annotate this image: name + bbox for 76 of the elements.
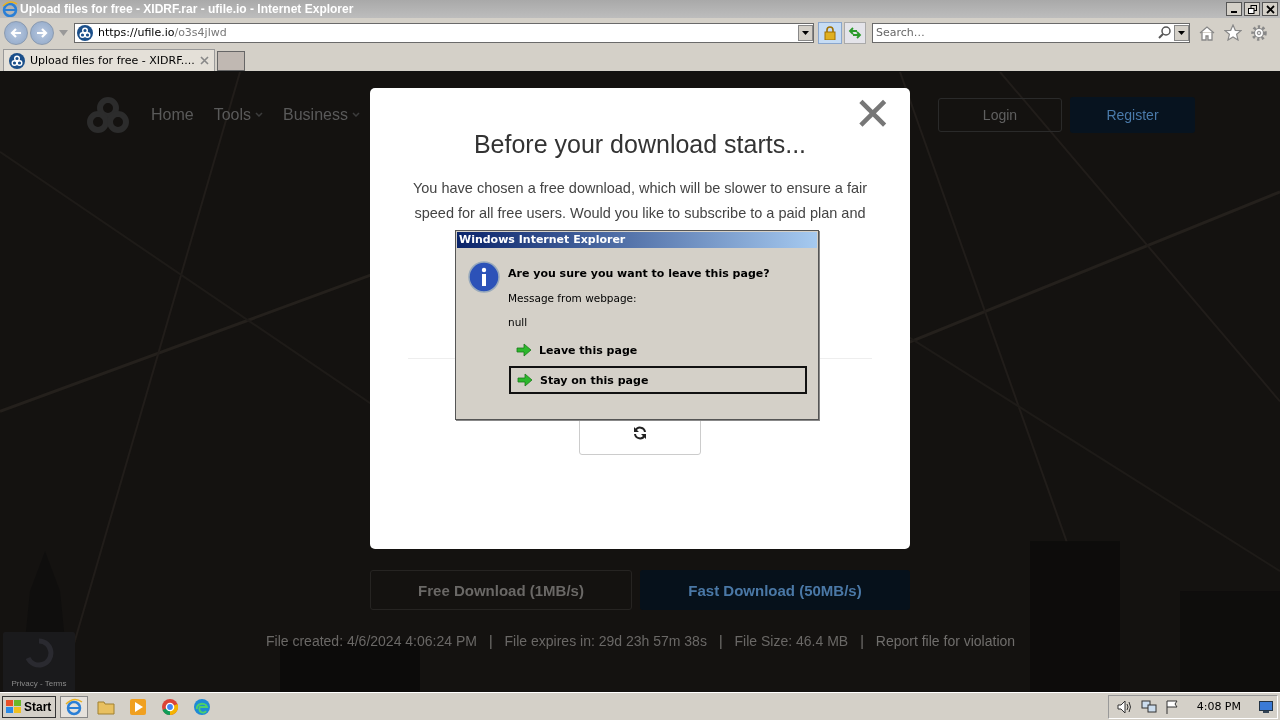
forward-arrow-icon: [35, 25, 49, 40]
fast-download-button[interactable]: Fast Download (50MB/s): [640, 570, 910, 610]
register-button[interactable]: Register: [1070, 96, 1195, 133]
modal-text: You have chosen a free download, which will be slower to ensure a fair: [412, 179, 868, 197]
show-desktop-icon[interactable]: [1259, 700, 1273, 713]
caret-icon: [255, 112, 264, 117]
dialog-option[interactable]: Stay on this page: [509, 366, 807, 394]
back-arrow-icon: [9, 25, 23, 40]
windows-logo-icon: [6, 699, 22, 714]
file-info-text: File Size: 46.4 MB: [734, 633, 849, 649]
nav-link[interactable]: Home: [151, 105, 194, 124]
dialog-heading: Are you sure you want to leave this page?: [508, 267, 770, 280]
play-icon: [129, 697, 148, 716]
clock: 4:08 PM: [1196, 700, 1241, 713]
info-icon: [468, 261, 500, 293]
close-icon[interactable]: [199, 56, 209, 65]
report-link[interactable]: Report file for violation: [875, 633, 1016, 649]
file-info-text: File created: 4/6/2024 4:06:24 PM: [266, 633, 477, 649]
lock-button[interactable]: [818, 21, 842, 44]
browser-icon: [65, 697, 84, 716]
arrow-icon: [516, 343, 532, 357]
close-icon: [1265, 4, 1275, 14]
arrow-icon: [517, 373, 533, 387]
close-button[interactable]: [1262, 2, 1278, 16]
modal-title: Before your download starts...: [473, 130, 807, 159]
login-button[interactable]: Login: [938, 97, 1062, 132]
browser-logo-icon: [2, 1, 18, 17]
dialog-option[interactable]: Leave this page: [509, 336, 807, 364]
refresh-icon: [632, 425, 648, 441]
site-logo-icon: [77, 24, 93, 41]
separator: |: [860, 633, 864, 649]
browser-taskbar-button[interactable]: [60, 695, 89, 718]
restore-icon: [1247, 4, 1257, 14]
volume-icon[interactable]: [1116, 699, 1133, 714]
caret-icon: [802, 30, 809, 35]
new-tab-button[interactable]: [216, 51, 245, 71]
nav-link[interactable]: Business: [283, 105, 360, 124]
dialog-message: null: [508, 316, 529, 328]
window-title: Upload files for free - XIDRF.rar - ufile.io - Internet Explorer: [20, 2, 354, 16]
caret-icon: [351, 112, 360, 117]
nav-link[interactable]: Tools: [213, 105, 264, 124]
address-field[interactable]: https://ufile.io/o3s4jlwd: [74, 22, 814, 43]
home-icon[interactable]: [1198, 24, 1216, 41]
minimize-button[interactable]: [1226, 2, 1242, 16]
forward-button[interactable]: [30, 20, 54, 45]
flag-icon[interactable]: [1164, 699, 1179, 714]
search-dropdown-button[interactable]: [1174, 24, 1189, 41]
search-field[interactable]: Search…: [872, 22, 1190, 43]
lock-icon: [824, 25, 836, 40]
settings-icon[interactable]: [1250, 23, 1268, 42]
arrows-icon: [848, 25, 862, 40]
dialog-title: Windows Internet Explorer: [457, 232, 817, 248]
close-button[interactable]: ✕: [853, 90, 892, 138]
back-button[interactable]: [4, 20, 28, 45]
recaptcha-badge[interactable]: Privacy - Terms: [3, 632, 75, 692]
restore-button[interactable]: [1244, 2, 1260, 16]
dropdown-icon[interactable]: [59, 29, 68, 36]
url-text: https://ufile.io/o3s4jlwd: [98, 26, 228, 39]
search-icon[interactable]: [1158, 26, 1171, 39]
edge-icon: [193, 697, 212, 716]
tab-label: Upload files for free - XIDRF....: [30, 54, 195, 67]
browser-tab[interactable]: Upload files for free - XIDRF....: [3, 49, 215, 71]
address-dropdown-button[interactable]: [798, 24, 813, 41]
file-info-text: File expires in: 29d 23h 57m 38s: [504, 633, 707, 649]
separator: |: [718, 633, 723, 649]
start-button[interactable]: Start: [2, 695, 57, 718]
chrome-icon: [161, 697, 180, 716]
site-logo-icon: [9, 52, 25, 69]
caret-icon: [1178, 30, 1185, 35]
separator: |: [488, 633, 493, 649]
modal-text: speed for all free users. Would you like to subscribe to a paid plan and: [414, 204, 866, 222]
folder-icon: [97, 698, 116, 715]
free-download-button[interactable]: Free Download (1MB/s): [370, 570, 632, 610]
star-icon[interactable]: [1224, 24, 1242, 41]
dialog-label: Message from webpage:: [508, 292, 638, 304]
network-icon[interactable]: [1140, 699, 1157, 714]
